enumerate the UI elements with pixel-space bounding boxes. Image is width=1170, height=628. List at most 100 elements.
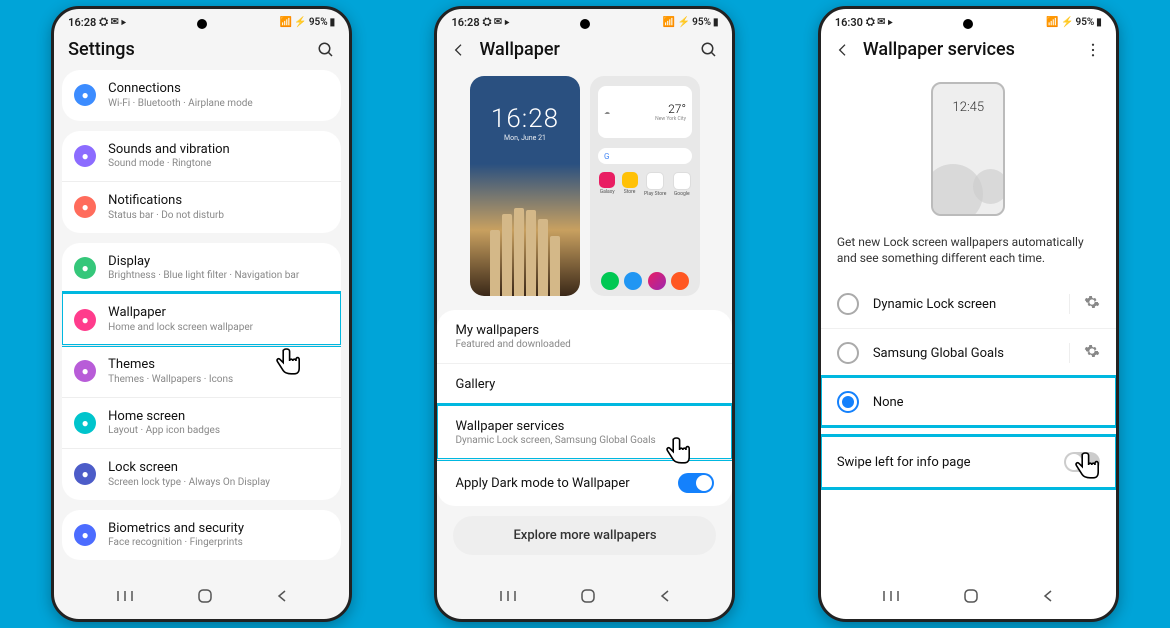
service-option[interactable]: Samsung Global Goals (821, 328, 1116, 377)
camera-hole (580, 19, 590, 29)
header: Settings (54, 31, 349, 70)
row-title: Biometrics and security (108, 521, 329, 537)
settings-row-display[interactable]: ●DisplayBrightness · Blue light filter ·… (62, 243, 341, 294)
phone-wallpaper-services: 16:30 ⛭ ✉ ▸ 📶 ⚡ 95% ▮ Wallpaper services… (818, 6, 1119, 622)
status-time: 16:28 (68, 16, 96, 29)
radio-icon[interactable] (837, 342, 859, 364)
row-subtitle: Screen lock type · Always On Display (108, 477, 329, 489)
status-icons-left: ⛭ ✉ ▸ (99, 15, 126, 29)
row-title: Apply Dark mode to Wallpaper (455, 476, 629, 491)
search-icon[interactable] (700, 41, 718, 59)
row-subtitle: Face recognition · Fingerprints (108, 537, 329, 549)
row-title: Gallery (455, 377, 714, 392)
row-title: Wallpaper (108, 305, 329, 321)
settings-row-sounds[interactable]: ● Sounds and vibrationSound mode · Ringto… (62, 131, 341, 182)
nav-back[interactable] (275, 589, 289, 603)
camera-hole (197, 19, 207, 29)
notifications-icon: ● (74, 196, 96, 218)
row-title: Sounds and vibration (108, 142, 329, 158)
status-icons-right: 📶 ⚡ (279, 17, 306, 28)
swipe-label: Swipe left for info page (837, 455, 971, 470)
status-battery: 95% (1075, 17, 1094, 28)
weather-widget: ☁ 27° New York City (598, 86, 692, 138)
option-label: None (873, 395, 1100, 410)
service-option[interactable]: Dynamic Lock screen (821, 280, 1116, 328)
themes-icon: ● (74, 360, 96, 382)
lock-preview-device: 12:45 (931, 82, 1005, 216)
status-icons-right: 📶 ⚡ (1046, 17, 1073, 28)
nav-home[interactable] (579, 587, 597, 605)
wallpaper-icon: ● (74, 309, 96, 331)
biometrics-icon: ● (74, 524, 96, 546)
lock-screen-preview[interactable]: 16:28 Mon, June 21 (470, 76, 580, 296)
wallpaper-row-my-wallpapers[interactable]: My wallpapersFeatured and downloaded (437, 310, 732, 363)
settings-row-connections[interactable]: ●ConnectionsWi-Fi · Bluetooth · Airplane… (62, 70, 341, 121)
row-subtitle: Home and lock screen wallpaper (108, 322, 329, 334)
display-icon: ● (74, 257, 96, 279)
row-subtitle: Status bar · Do not disturb (108, 210, 329, 222)
status-icons-right: 📶 ⚡ (663, 17, 690, 28)
row-title: Notifications (108, 193, 329, 209)
row-title: Wallpaper services (455, 419, 714, 434)
connections-icon: ● (74, 84, 96, 106)
status-icons-left: ⛭ ✉ ▸ (483, 15, 510, 29)
status-battery: 95% (309, 17, 328, 28)
back-icon[interactable] (835, 42, 851, 58)
search-icon[interactable] (317, 41, 335, 59)
settings-row-lock-screen[interactable]: ●Lock screenScreen lock type · Always On… (62, 448, 341, 500)
sounds-icon: ● (74, 145, 96, 167)
nav-recents[interactable] (498, 589, 518, 603)
option-label: Samsung Global Goals (873, 346, 1055, 361)
mock-time: 12:45 (933, 100, 1003, 115)
wallpaper-row-gallery[interactable]: Gallery (437, 363, 732, 405)
wallpaper-previews: 16:28 Mon, June 21 ☁ 27° New York City G… (437, 70, 732, 310)
home-screen-preview[interactable]: ☁ 27° New York City G Galaxy Store Play … (590, 76, 700, 296)
back-icon[interactable] (451, 42, 467, 58)
dark-mode-toggle[interactable] (678, 473, 714, 493)
nav-bar (821, 579, 1116, 613)
row-subtitle: Wi-Fi · Bluetooth · Airplane mode (108, 98, 329, 110)
wallpaper-row-dark-mode[interactable]: Apply Dark mode to Wallpaper (437, 459, 732, 506)
nav-back[interactable] (1041, 589, 1055, 603)
tap-cursor-icon (1071, 449, 1103, 481)
nav-home[interactable] (962, 587, 980, 605)
status-battery: 95% (692, 17, 711, 28)
tap-cursor-icon (662, 434, 694, 466)
radio-icon[interactable] (837, 391, 859, 413)
gear-icon[interactable] (1069, 294, 1100, 314)
header: Wallpaper (437, 31, 732, 70)
nav-home[interactable] (196, 587, 214, 605)
nav-back[interactable] (658, 589, 672, 603)
row-title: My wallpapers (455, 323, 714, 338)
status-time: 16:30 (835, 16, 863, 29)
more-icon[interactable] (1084, 41, 1102, 59)
wallpaper-options: My wallpapersFeatured and downloaded Gall… (437, 310, 732, 506)
settings-row-home-screen[interactable]: ● Home screenLayout · App icon badges (62, 397, 341, 449)
nav-bar (54, 579, 349, 613)
phone-wallpaper: 16:28 ⛭ ✉ ▸ 📶 ⚡ 95% ▮ Wallpaper 16:28 Mo… (434, 6, 735, 622)
gear-icon[interactable] (1069, 343, 1100, 363)
settings-row-notifications[interactable]: ● NotificationsStatus bar · Do not distur… (62, 181, 341, 233)
lock-preview-time: 16:28 (470, 104, 580, 134)
settings-list[interactable]: ●ConnectionsWi-Fi · Bluetooth · Airplane… (54, 70, 349, 570)
page-title: Settings (68, 39, 135, 60)
row-title: Lock screen (108, 460, 329, 476)
battery-icon: ▮ (713, 17, 719, 28)
radio-icon[interactable] (837, 293, 859, 315)
row-subtitle: Sound mode · Ringtone (108, 158, 329, 170)
settings-row-wallpaper[interactable]: ● WallpaperHome and lock screen wallpaper (62, 293, 341, 345)
service-options: Dynamic Lock screen Samsung Global Goals N… (821, 280, 1116, 426)
nav-recents[interactable] (881, 589, 901, 603)
nav-bar (437, 579, 732, 613)
status-icons-left: ⛭ ✉ ▸ (866, 15, 893, 29)
home-screen-icon: ● (74, 412, 96, 434)
option-label: Dynamic Lock screen (873, 297, 1055, 312)
nav-recents[interactable] (115, 589, 135, 603)
row-subtitle: Layout · App icon badges (108, 425, 329, 437)
settings-row-biometrics[interactable]: ● Biometrics and securityFace recognition… (62, 510, 341, 561)
row-title: Home screen (108, 409, 329, 425)
header: Wallpaper services (821, 31, 1116, 70)
service-option[interactable]: None (821, 377, 1116, 426)
explore-button[interactable]: Explore more wallpapers (453, 516, 716, 555)
lock-preview-date: Mon, June 21 (470, 134, 580, 142)
